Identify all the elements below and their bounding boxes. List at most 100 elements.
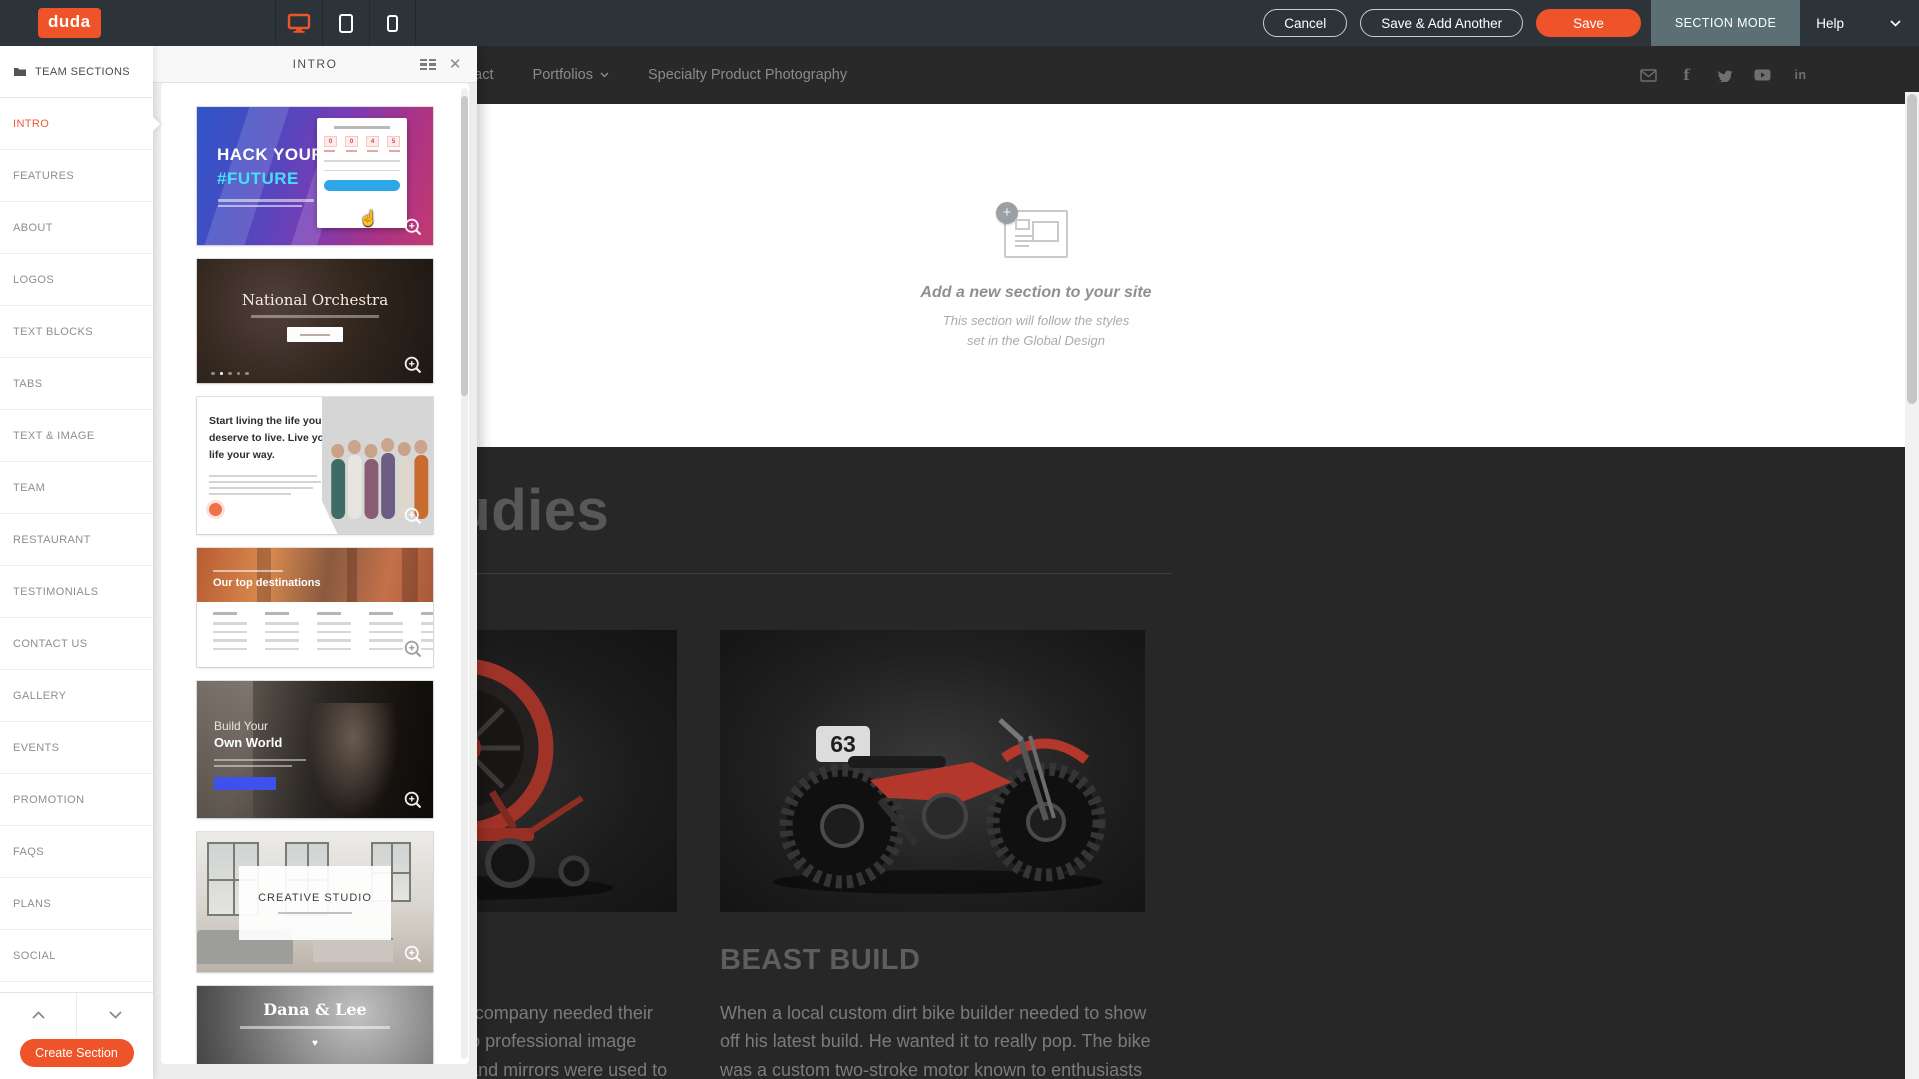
thumb-accent-dot <box>209 503 222 516</box>
preview-scrollbar-thumb[interactable] <box>1907 94 1917 404</box>
toolbar-actions: Cancel Save & Add Another Save SECTION M… <box>1263 0 1919 46</box>
tablet-icon <box>339 14 353 33</box>
thumb-caption-lines <box>218 199 314 210</box>
site-social-icons: f in <box>1640 67 1919 84</box>
thumb-title: Build Your <box>214 719 268 733</box>
sidebar-item-logos[interactable]: LOGOS <box>0 254 153 306</box>
intro-templates-panel: INTRO ✕ HACK YOUR #FUTURE 0045 <box>153 46 477 1079</box>
sidebar-item-events[interactable]: EVENTS <box>0 722 153 774</box>
template-thumb-national-orchestra[interactable]: National Orchestra <box>197 259 433 383</box>
sections-sidebar: TEAM SECTIONS INTRO FEATURES ABOUT LOGOS… <box>0 46 153 1079</box>
template-thumb-dana-and-lee[interactable]: Dana & Lee ♥ <box>197 986 433 1064</box>
sidebar-item-promotion[interactable]: PROMOTION <box>0 774 153 826</box>
thumb-title: Dana & Lee <box>197 1000 433 1019</box>
zoom-preview-icon[interactable] <box>403 355 424 376</box>
chevron-down-icon <box>1890 20 1901 27</box>
linkedin-icon[interactable]: in <box>1792 67 1809 84</box>
chevron-down-icon <box>600 72 609 78</box>
scroll-up-button[interactable] <box>0 993 77 1037</box>
nav-item-portfolios[interactable]: Portfolios <box>533 67 609 83</box>
top-toolbar: duda Cancel Save & Add Another Save SECT… <box>0 0 1919 46</box>
mobile-icon <box>387 15 398 32</box>
sidebar-item-contact-us[interactable]: CONTACT US <box>0 618 153 670</box>
layout-toggle-icon[interactable] <box>420 59 436 71</box>
sidebar-item-faqs[interactable]: FAQS <box>0 826 153 878</box>
desktop-preview-button[interactable] <box>275 0 322 46</box>
thumb-paragraph-lines <box>209 475 321 499</box>
panel-title: INTRO <box>293 57 338 71</box>
panel-scrollbar-thumb[interactable] <box>461 96 468 396</box>
hand-cursor-icon: ☝ <box>359 209 378 227</box>
scroll-down-button[interactable] <box>77 993 153 1037</box>
sidebar-item-about[interactable]: ABOUT <box>0 202 153 254</box>
sidebar-item-gallery[interactable]: GALLERY <box>0 670 153 722</box>
save-add-another-button[interactable]: Save & Add Another <box>1360 9 1523 37</box>
add-section-subtitle: This section will follow the styles set … <box>943 311 1129 351</box>
case-study-card-bike: 63 BEAST BUILD When a local custom dirt … <box>720 630 1158 1079</box>
zoom-preview-icon[interactable] <box>403 639 424 660</box>
panel-scrollbar[interactable] <box>461 88 468 1059</box>
duda-logo[interactable]: duda <box>38 8 101 38</box>
folder-icon <box>13 66 27 77</box>
sidebar-item-intro[interactable]: INTRO <box>0 98 153 150</box>
chevron-down-icon <box>109 1011 122 1019</box>
thumb-title: HACK YOUR <box>217 145 324 165</box>
carousel-dots <box>211 372 249 376</box>
create-section-button[interactable]: Create Section <box>20 1039 134 1067</box>
thumb-caption-lines <box>214 759 306 770</box>
heart-icon: ♥ <box>197 1038 433 1049</box>
section-mode-badge: SECTION MODE <box>1651 0 1800 46</box>
zoom-preview-icon[interactable] <box>403 790 424 811</box>
panel-header-icons: ✕ <box>420 46 463 83</box>
cancel-button[interactable]: Cancel <box>1263 9 1347 37</box>
thumb-title-card: CREATIVE STUDIO <box>239 866 391 940</box>
sidebar-item-features[interactable]: FEATURES <box>0 150 153 202</box>
thumb-link-table <box>197 602 433 667</box>
sidebar-item-social[interactable]: SOCIAL <box>0 930 153 982</box>
sidebar-item-text-blocks[interactable]: TEXT BLOCKS <box>0 306 153 358</box>
twitter-icon[interactable] <box>1716 67 1733 84</box>
template-thumb-creative-studio[interactable]: CREATIVE STUDIO <box>197 832 433 972</box>
mobile-preview-button[interactable] <box>369 0 416 46</box>
save-button[interactable]: Save <box>1536 9 1641 37</box>
zoom-preview-icon[interactable] <box>403 506 424 527</box>
thumb-title: Our top destinations <box>213 577 321 589</box>
email-icon[interactable] <box>1640 67 1657 84</box>
section-wireframe-icon: + <box>1004 210 1068 258</box>
help-label: Help <box>1816 16 1844 31</box>
template-thumb-start-living[interactable]: Start living the life you deserve to liv… <box>197 397 433 534</box>
template-list: HACK YOUR #FUTURE 0045 ☝ National Orches… <box>161 83 469 1064</box>
sidebar-item-team[interactable]: TEAM <box>0 462 153 514</box>
template-thumb-top-destinations[interactable]: Our top destinations <box>197 548 433 667</box>
svg-text:63: 63 <box>830 731 856 757</box>
thumb-title: Start living the life you deserve to liv… <box>209 413 334 463</box>
close-panel-icon[interactable]: ✕ <box>449 57 463 72</box>
youtube-icon[interactable] <box>1754 67 1771 84</box>
preview-scrollbar[interactable] <box>1905 92 1919 1079</box>
tablet-preview-button[interactable] <box>322 0 369 46</box>
template-thumb-hack-your-future[interactable]: HACK YOUR #FUTURE 0045 ☝ <box>197 107 433 245</box>
thumb-title-accent: #FUTURE <box>217 169 299 189</box>
sidebar-item-plans[interactable]: PLANS <box>0 878 153 930</box>
sidebar-header: TEAM SECTIONS <box>0 46 153 98</box>
nav-item-specialty[interactable]: Specialty Product Photography <box>648 67 847 83</box>
chevron-up-icon <box>32 1011 45 1019</box>
thumb-title-bold: Own World <box>214 735 282 750</box>
help-menu[interactable]: Help <box>1800 16 1919 31</box>
panel-header: INTRO ✕ <box>153 46 477 83</box>
sidebar-item-testimonials[interactable]: TESTIMONIALS <box>0 566 153 618</box>
case-study-title: BEAST BUILD <box>720 944 1158 977</box>
sidebar-item-tabs[interactable]: TABS <box>0 358 153 410</box>
device-preview-switcher <box>275 0 416 46</box>
zoom-preview-icon[interactable] <box>403 217 424 238</box>
facebook-icon[interactable]: f <box>1678 67 1695 84</box>
dirt-bike-photo: 63 <box>720 630 1145 912</box>
sidebar-item-restaurant[interactable]: RESTAURANT <box>0 514 153 566</box>
thumb-photo: Our top destinations <box>197 548 433 602</box>
zoom-preview-icon[interactable] <box>403 944 424 965</box>
thumb-title: CREATIVE STUDIO <box>258 892 372 904</box>
template-thumb-own-world[interactable]: Build Your Own World <box>197 681 433 818</box>
sidebar-item-text-image[interactable]: TEXT & IMAGE <box>0 410 153 462</box>
case-study-body: When a local custom dirt bike builder ne… <box>720 999 1158 1079</box>
desktop-icon <box>287 13 311 33</box>
